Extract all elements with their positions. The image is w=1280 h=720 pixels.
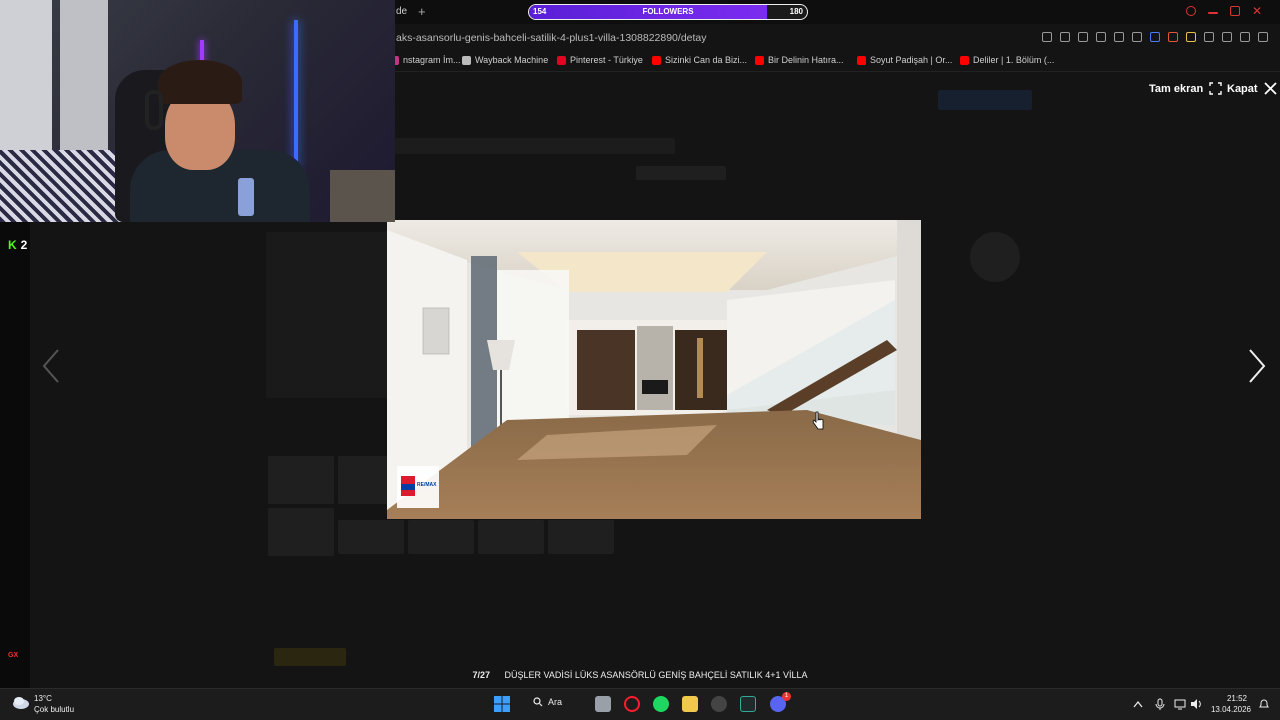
- living-room-image: [387, 220, 921, 519]
- fullscreen-button[interactable]: Tam ekran: [1149, 82, 1222, 95]
- close-window-button[interactable]: ✕: [1252, 5, 1262, 17]
- fullscreen-label: Tam ekran: [1149, 82, 1204, 95]
- menu-icon[interactable]: [1258, 32, 1268, 42]
- browser-tab-title[interactable]: de: [396, 6, 407, 17]
- headphones-icon: [145, 90, 163, 130]
- network-icon[interactable]: [1174, 698, 1186, 710]
- notification-bell-icon[interactable]: [1258, 698, 1270, 710]
- spotify-icon[interactable]: [653, 696, 669, 712]
- bookmark-label: Sizinki Can da Bizi...: [665, 55, 748, 65]
- toolbar-icons: [1042, 32, 1268, 42]
- fullscreen-icon: [1209, 82, 1222, 95]
- close-label: Kapat: [1227, 82, 1258, 95]
- task-view-icon[interactable]: [595, 696, 611, 712]
- weather-description[interactable]: Çok bulutlu: [34, 705, 74, 714]
- image-counter: 7/27: [472, 670, 490, 680]
- volume-icon[interactable]: [1190, 698, 1202, 710]
- bookmark-label: Pinterest - Türkiye: [570, 55, 643, 65]
- profile-icon[interactable]: [1222, 32, 1232, 42]
- youtube-icon: [652, 55, 661, 65]
- clock-time[interactable]: 21:52: [1227, 694, 1247, 703]
- webcam-person-hair: [158, 60, 242, 104]
- heart-icon[interactable]: [1132, 32, 1142, 42]
- bookmark-item[interactable]: Deliler | 1. Bölüm (...: [960, 55, 1054, 65]
- webcam-microphone: [238, 178, 254, 216]
- previous-image-arrow[interactable]: [42, 348, 60, 384]
- terminal-icon[interactable]: [740, 696, 756, 712]
- remax-logo: RE/MAX: [417, 482, 437, 488]
- bookmark-label: Bir Delinin Hatıra...: [768, 55, 844, 65]
- maximize-button[interactable]: [1229, 6, 1240, 16]
- youtube-icon: [755, 55, 764, 65]
- streamer-webcam: [0, 0, 395, 222]
- taskbar-search-button[interactable]: Ara: [533, 697, 562, 707]
- puzzle-icon[interactable]: [1204, 32, 1214, 42]
- bookmark-item[interactable]: Pinterest - Türkiye: [557, 55, 643, 65]
- browser-sidebar: [0, 222, 30, 688]
- search-label: Ara: [548, 697, 563, 707]
- pinterest-icon: [557, 55, 566, 65]
- discord-badge: 1: [782, 692, 791, 701]
- bookmark-label: Soyut Padişah | Or...: [870, 55, 953, 65]
- translate-icon[interactable]: [1150, 32, 1160, 42]
- obs-icon[interactable]: [711, 696, 727, 712]
- webcam-desk: [330, 170, 395, 222]
- bookmark-item[interactable]: Wayback Machine: [462, 55, 548, 65]
- youtube-icon: [960, 55, 969, 65]
- image-caption: DÜŞLER VADİSİ LÜKS ASANSÖRLÜ GENİŞ BAHÇE…: [504, 670, 808, 680]
- new-tab-button[interactable]: +: [418, 4, 426, 19]
- kick-logo-icon: K: [8, 238, 17, 252]
- windows-taskbar: [0, 688, 1280, 720]
- webcam-door: [0, 0, 52, 150]
- pin-icon[interactable]: [1060, 32, 1070, 42]
- webcam-wardrobe: [60, 0, 108, 150]
- search-icon[interactable]: [1185, 6, 1196, 16]
- image-caption-bar: 7/27 DÜŞLER VADİSİ LÜKS ASANSÖRLÜ GENİŞ …: [0, 670, 1280, 684]
- bookmark-item[interactable]: Bir Delinin Hatıra...: [755, 55, 844, 65]
- next-image-arrow[interactable]: [1248, 348, 1266, 384]
- bulb-icon[interactable]: [1186, 32, 1196, 42]
- viewer-count: 2: [20, 238, 28, 252]
- split-view-icon[interactable]: [1042, 32, 1052, 42]
- gx-badge[interactable]: GX: [8, 652, 18, 659]
- hand-cursor-icon: [812, 411, 824, 430]
- weather-temperature[interactable]: 13°C: [34, 694, 52, 703]
- extension-icon[interactable]: [1168, 32, 1178, 42]
- search-icon: [533, 697, 543, 707]
- wayback-icon: [462, 55, 471, 65]
- play-icon[interactable]: [1114, 32, 1124, 42]
- followers-label: FOLLOWERS: [642, 7, 694, 16]
- minimize-button[interactable]: [1207, 12, 1218, 14]
- bookmark-label: Wayback Machine: [475, 55, 549, 65]
- file-explorer-icon[interactable]: [682, 696, 698, 712]
- screenshot-icon[interactable]: [1078, 32, 1088, 42]
- listing-photo: RE/MAX: [387, 220, 921, 519]
- opera-gx-icon[interactable]: [624, 696, 640, 712]
- bookmark-label: Deliler | 1. Bölüm (...: [973, 55, 1055, 65]
- followers-goal-bar: 154 FOLLOWERS 180: [528, 4, 808, 20]
- microphone-icon[interactable]: [1155, 698, 1165, 710]
- bookmark-item[interactable]: Sizinki Can da Bizi...: [652, 55, 747, 65]
- kick-viewer-count: K2: [8, 238, 27, 252]
- url-field[interactable]: aks-asansorlu-genis-bahceli-satilik-4-pl…: [396, 32, 707, 44]
- cloud-icon: [13, 697, 29, 709]
- followers-goal: 180: [789, 7, 803, 16]
- windows-start-icon[interactable]: [494, 696, 510, 712]
- youtube-icon: [857, 55, 866, 65]
- close-lightbox-button[interactable]: Kapat: [1227, 82, 1277, 95]
- download-icon[interactable]: [1240, 32, 1250, 42]
- bookmark-item[interactable]: Soyut Padişah | Or...: [857, 55, 952, 65]
- window-controls: ✕: [1185, 5, 1262, 17]
- close-icon: [1263, 82, 1277, 95]
- bookmark-item[interactable]: nstagram İm...: [390, 55, 461, 65]
- shield-icon[interactable]: [1096, 32, 1106, 42]
- chevron-up-icon[interactable]: [1133, 700, 1143, 708]
- webcam-neon-light: [294, 20, 298, 170]
- bookmark-label: nstagram İm...: [403, 55, 461, 65]
- clock-date[interactable]: 13.04.2026: [1211, 705, 1251, 714]
